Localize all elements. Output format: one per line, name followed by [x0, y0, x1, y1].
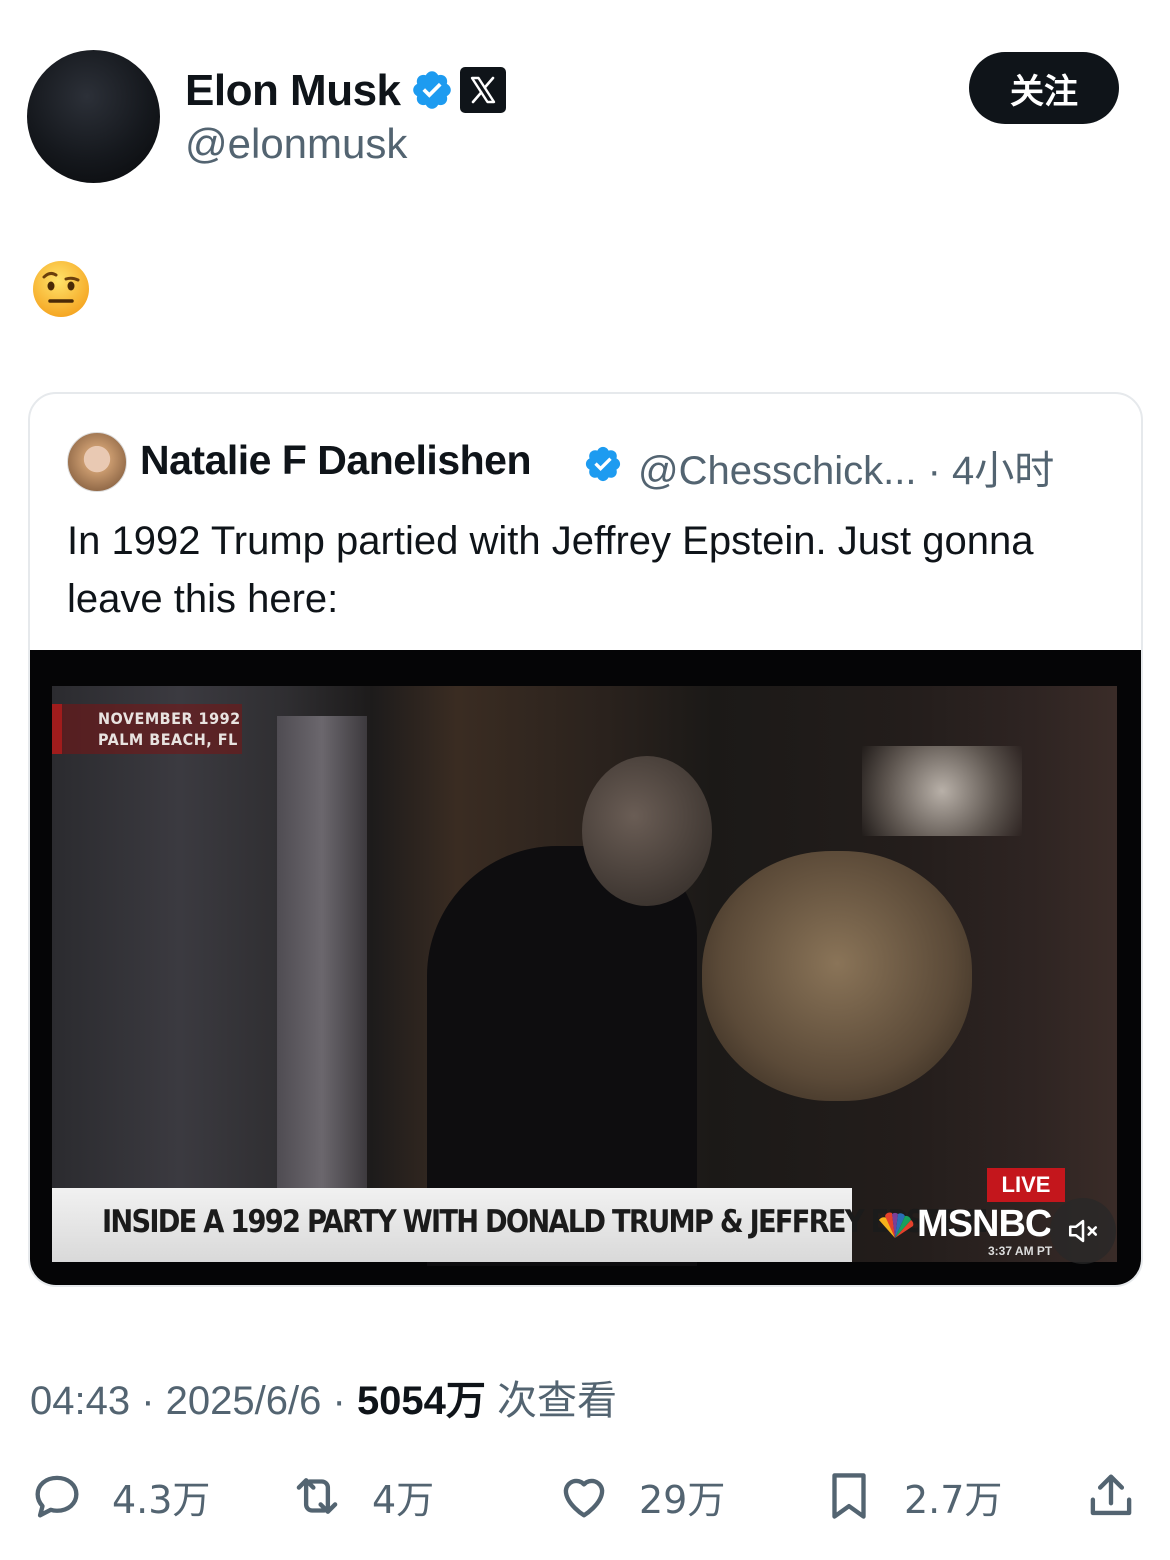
broadcast-clock: 3:37 AM PT	[988, 1244, 1053, 1258]
repost-icon	[296, 1478, 338, 1514]
share-icon	[1090, 1474, 1132, 1516]
post-time[interactable]: 04:43	[30, 1379, 130, 1423]
view-suffix: 次查看	[497, 1379, 618, 1423]
x-logo-icon	[460, 67, 506, 113]
date-line-1: NOVEMBER 1992	[98, 709, 241, 728]
quoted-tweet-card[interactable]: Natalie F Danelishen @Chesschick... · 4小…	[28, 392, 1143, 1287]
author-handle[interactable]: @elonmusk	[185, 120, 407, 168]
author-name[interactable]: Elon Musk	[185, 66, 401, 116]
like-count: 29万	[639, 1477, 726, 1522]
quoted-tweet-text: In 1992 Trump partied with Jeffrey Epste…	[67, 519, 1034, 621]
network-name: MSNBC	[917, 1203, 1052, 1245]
mute-button[interactable]	[1050, 1198, 1116, 1264]
live-badge: LIVE	[987, 1168, 1065, 1202]
scene-figure-hair	[702, 851, 972, 1101]
face-with-raised-eyebrow-emoji	[33, 261, 89, 317]
post-meta: 04:43 · 2025/6/6 · 5054万 次查看	[30, 1368, 617, 1426]
author-avatar[interactable]	[27, 50, 160, 183]
network-logo: MSNBC	[873, 1203, 1052, 1246]
reply-count: 4.3万	[112, 1477, 211, 1522]
reply-button[interactable]: 4.3万	[28, 1466, 210, 1526]
verified-badge-icon	[413, 71, 451, 109]
heart-icon	[563, 1478, 605, 1518]
meta-separator: ·	[332, 1379, 357, 1423]
bookmark-button[interactable]: 2.7万	[820, 1466, 1002, 1526]
verified-badge-icon	[585, 446, 621, 482]
scene-figure-head	[582, 756, 712, 906]
quoted-author-name[interactable]: Natalie F Danelishen	[140, 437, 532, 484]
quoted-handle-time: @Chesschick... · 4小时	[638, 449, 1055, 493]
bookmark-count: 2.7万	[904, 1477, 1003, 1522]
video-player[interactable]: NOVEMBER 1992 PALM BEACH, FL INSIDE A 19…	[30, 650, 1141, 1285]
view-count: 5054万	[356, 1379, 486, 1423]
lower-third-headline: INSIDE A 1992 PARTY WITH DONALD TRUMP & …	[102, 1204, 988, 1240]
bookmark-icon	[832, 1473, 866, 1519]
quoted-author-avatar[interactable]	[67, 432, 127, 492]
peacock-icon	[879, 1211, 914, 1238]
date-tag-bar	[52, 704, 62, 754]
scene-light	[862, 746, 1022, 836]
repost-count: 4万	[372, 1477, 435, 1522]
date-line-2: PALM BEACH, FL	[98, 730, 238, 749]
share-button[interactable]	[1082, 1466, 1140, 1526]
meta-separator: ·	[141, 1379, 166, 1423]
video-frame[interactable]	[52, 686, 1117, 1266]
follow-button[interactable]: 关注	[969, 52, 1119, 124]
post-date[interactable]: 2025/6/6	[166, 1379, 322, 1423]
speaker-muted-icon	[1068, 1219, 1098, 1243]
scene-pillar	[277, 716, 367, 1216]
like-button[interactable]: 29万	[555, 1466, 725, 1526]
reply-icon	[35, 1475, 79, 1518]
repost-button[interactable]: 4万	[288, 1466, 434, 1526]
